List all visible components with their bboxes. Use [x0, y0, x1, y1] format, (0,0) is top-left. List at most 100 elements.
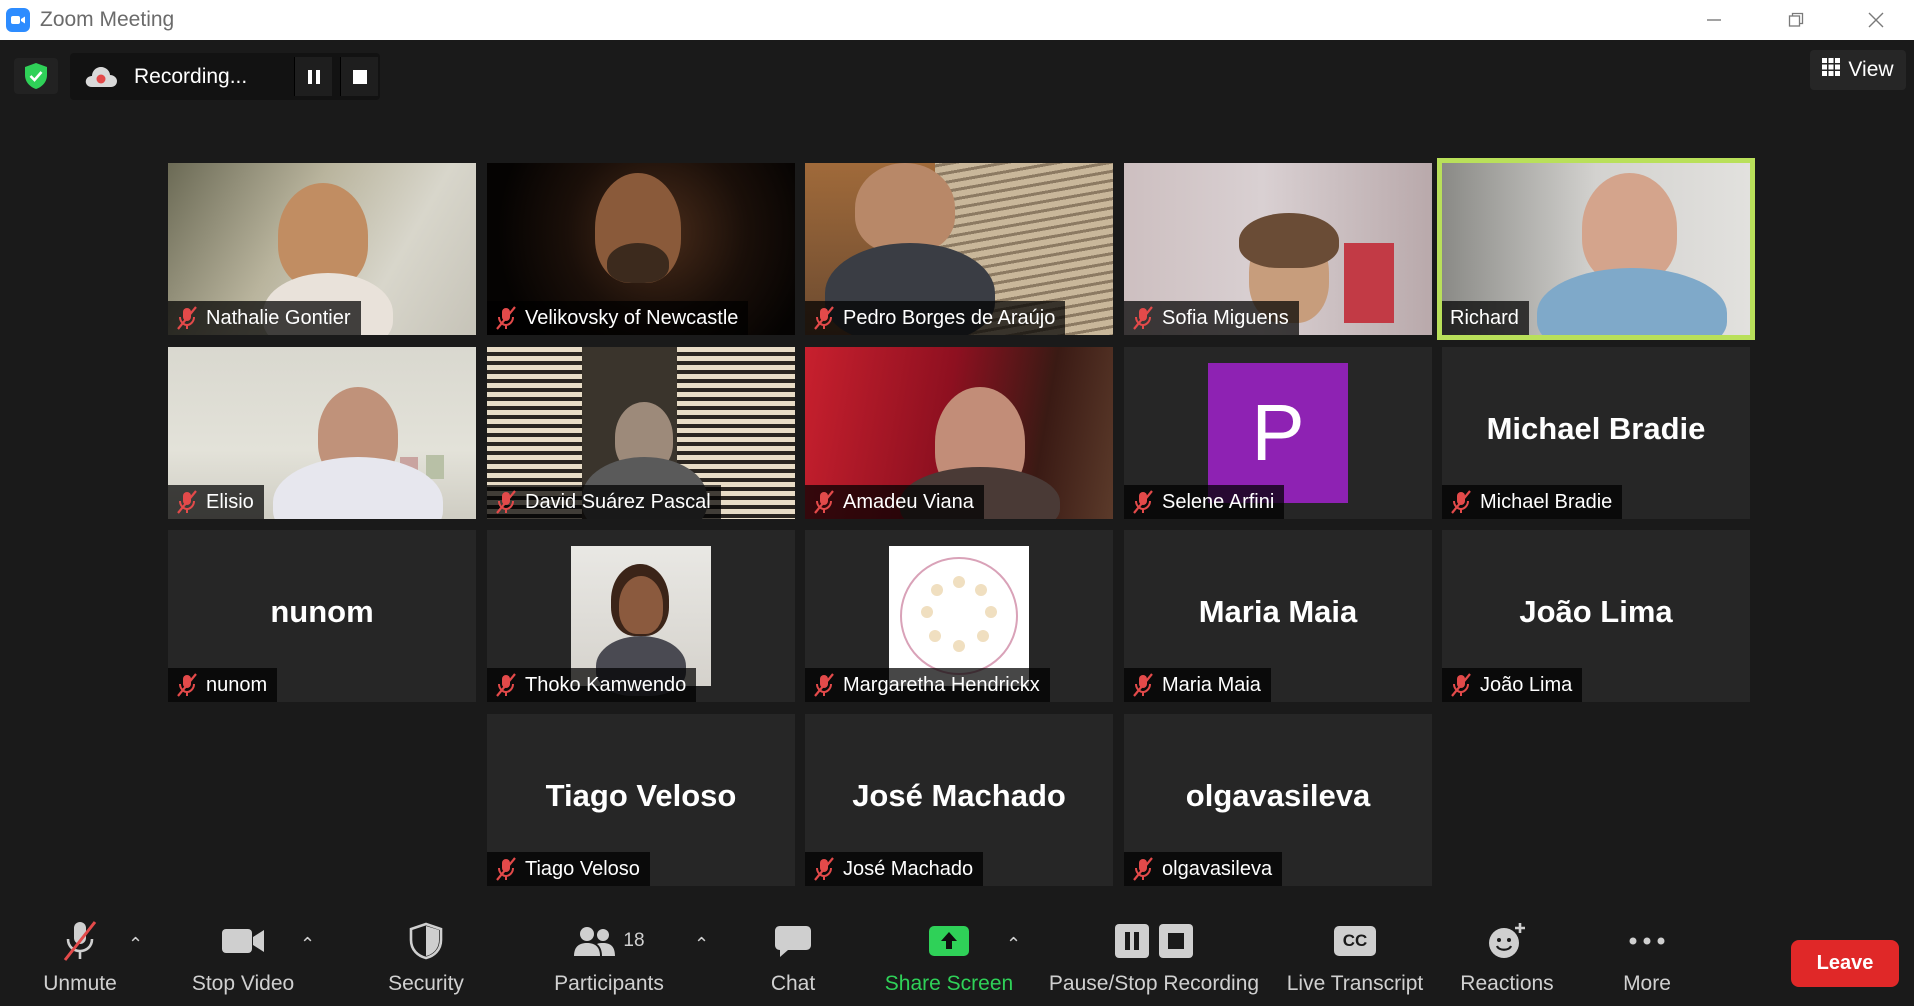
share-screen-icon [928, 910, 970, 972]
video-options-caret-icon[interactable]: ⌃ [300, 934, 315, 955]
restore-button[interactable] [1756, 0, 1836, 40]
participant-name-tag: Richard [1442, 301, 1529, 335]
muted-mic-icon [174, 672, 200, 698]
muted-mic-icon [493, 856, 519, 882]
minimize-button[interactable] [1674, 0, 1754, 40]
participant-name-tag: Elisio [168, 485, 264, 519]
participant-tile[interactable]: Tiago Veloso Tiago Veloso [487, 714, 795, 886]
stop-recording-button[interactable] [340, 57, 378, 96]
view-label: View [1848, 58, 1894, 81]
unmute-label: Unmute [43, 972, 117, 995]
chat-label: Chat [770, 972, 816, 995]
stop-video-button[interactable]: Stop Video [180, 910, 306, 1006]
participant-tile[interactable]: Pedro Borges de Araújo [805, 163, 1113, 335]
more-label: More [1623, 972, 1671, 995]
reactions-label: Reactions [1460, 972, 1554, 995]
muted-mic-icon [174, 489, 200, 515]
participant-name: Maria Maia [1162, 673, 1261, 696]
stop-video-label: Stop Video [191, 972, 295, 995]
muted-mic-icon [1130, 856, 1156, 882]
unmute-button[interactable]: Unmute [30, 910, 130, 1006]
share-screen-label: Share Screen [884, 972, 1014, 995]
cloud-recording-icon [84, 63, 118, 91]
participant-tile[interactable]: José Machado José Machado [805, 714, 1113, 886]
participant-tile[interactable]: Nathalie Gontier [168, 163, 476, 335]
muted-mic-icon [1130, 672, 1156, 698]
muted-mic-icon [811, 672, 837, 698]
participant-name: Velikovsky of Newcastle [525, 306, 739, 329]
stop-icon [1159, 924, 1193, 958]
muted-microphone-icon [62, 910, 98, 972]
participant-name: João Lima [1480, 673, 1573, 696]
participant-profile-picture [571, 546, 711, 696]
participant-name: Margaretha Hendrickx [843, 673, 1040, 696]
encryption-shield-icon[interactable] [14, 58, 58, 94]
participant-tile[interactable]: olgavasileva olgavasileva [1124, 714, 1432, 886]
close-button[interactable] [1836, 0, 1914, 40]
muted-mic-icon [493, 489, 519, 515]
emoji-plus-icon [1487, 910, 1527, 972]
participant-name: José Machado [843, 857, 974, 880]
participant-tile[interactable]: Thoko Kamwendo [487, 530, 795, 702]
live-transcript-button[interactable]: CC Live Transcript [1284, 910, 1426, 1006]
participant-tile[interactable]: Margaretha Hendrickx [805, 530, 1113, 702]
audio-options-caret-icon[interactable]: ⌃ [128, 934, 143, 955]
participant-tile[interactable]: Michael Bradie Michael Bradie [1442, 347, 1750, 519]
participant-name-tag: Sofia Miguens [1124, 301, 1299, 335]
participant-name: Selene Arfini [1162, 490, 1275, 513]
participants-button[interactable]: 18 Participants [546, 910, 672, 1006]
participant-name-tag: Selene Arfini [1124, 485, 1285, 519]
closed-captions-icon: CC [1334, 910, 1376, 972]
participant-name-tag: nunom [168, 668, 278, 702]
participant-avatar: P [1208, 363, 1348, 503]
pause-stop-recording-label: Pause/Stop Recording [1048, 972, 1260, 995]
participant-name-tag: Maria Maia [1124, 668, 1271, 702]
reactions-button[interactable]: Reactions [1456, 910, 1558, 1006]
recording-indicator: Recording... [70, 53, 380, 100]
participant-display-name: João Lima [1519, 594, 1673, 629]
participant-name-tag: Tiago Veloso [487, 852, 650, 886]
participant-name: olgavasileva [1162, 857, 1273, 880]
pause-icon [1115, 924, 1149, 958]
participant-display-name: olgavasileva [1185, 778, 1371, 813]
participant-display-name: José Machado [852, 778, 1066, 813]
security-button[interactable]: Security [376, 910, 476, 1006]
participant-tile[interactable]: P Selene Arfini [1124, 347, 1432, 519]
leave-button[interactable]: Leave [1791, 940, 1899, 987]
participant-name-tag: Velikovsky of Newcastle [487, 301, 749, 335]
participant-tile[interactable]: Amadeu Viana [805, 347, 1113, 519]
muted-mic-icon [811, 856, 837, 882]
participants-label: Participants [554, 972, 664, 995]
participants-options-caret-icon[interactable]: ⌃ [694, 934, 709, 955]
participant-name-tag: David Suárez Pascal [487, 485, 721, 519]
pause-stop-recording-button[interactable]: Pause/Stop Recording [1046, 910, 1262, 1006]
muted-mic-icon [1448, 672, 1474, 698]
participant-name-tag: João Lima [1442, 668, 1583, 702]
pause-recording-button[interactable] [294, 57, 332, 96]
participant-tile[interactable]: Elisio [168, 347, 476, 519]
participant-tile[interactable]: João Lima João Lima [1442, 530, 1750, 702]
participant-tile[interactable]: David Suárez Pascal [487, 347, 795, 519]
participant-tile[interactable]: Velikovsky of Newcastle [487, 163, 795, 335]
window-title-bar: Zoom Meeting [0, 0, 1914, 40]
more-button[interactable]: More [1597, 910, 1697, 1006]
participant-name: Pedro Borges de Araújo [843, 306, 1056, 329]
participant-profile-picture [889, 546, 1029, 686]
participant-tile-active-speaker[interactable]: Richard [1437, 158, 1755, 340]
chat-button[interactable]: Chat [743, 910, 843, 1006]
participant-tile[interactable]: Maria Maia Maria Maia [1124, 530, 1432, 702]
participant-name-tag: Michael Bradie [1442, 485, 1623, 519]
participant-name-tag: Thoko Kamwendo [487, 668, 697, 702]
muted-mic-icon [493, 305, 519, 331]
participant-tile[interactable]: Sofia Miguens [1124, 163, 1432, 335]
participant-name: David Suárez Pascal [525, 490, 711, 513]
share-screen-button[interactable]: Share Screen [880, 910, 1018, 1006]
more-dots-icon [1629, 910, 1665, 972]
participant-name: Sofia Miguens [1162, 306, 1289, 329]
share-options-caret-icon[interactable]: ⌃ [1006, 934, 1021, 955]
participant-tile[interactable]: nunom nunom [168, 530, 476, 702]
participant-name-tag: Margaretha Hendrickx [805, 668, 1050, 702]
chat-bubble-icon [774, 910, 812, 972]
participant-name: Richard [1450, 306, 1519, 329]
view-button[interactable]: View [1810, 50, 1906, 90]
